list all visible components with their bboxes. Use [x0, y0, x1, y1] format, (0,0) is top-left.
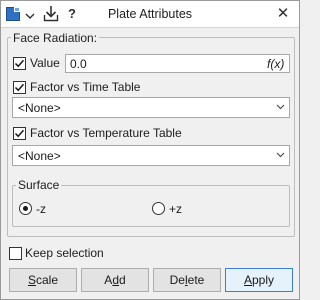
factor-temp-select[interactable]: <None>: [12, 145, 290, 166]
factor-time-select[interactable]: <None>: [12, 97, 290, 118]
keep-selection-label: Keep selection: [25, 246, 104, 260]
keep-selection-checkbox[interactable]: [9, 247, 22, 260]
chevron-down-icon: [276, 149, 285, 164]
delete-button[interactable]: Delete: [153, 268, 221, 292]
scale-button-post: cale: [36, 273, 59, 287]
factor-temp-checkbox[interactable]: [13, 127, 26, 140]
face-radiation-label: Face Radiation:: [11, 31, 100, 45]
surface-label: Surface: [16, 178, 62, 192]
apply-button-mnemonic: A: [243, 273, 252, 287]
close-icon[interactable]: ✕: [273, 4, 293, 24]
delete-button-post: ete: [187, 273, 205, 287]
title-bar: ? Plate Attributes ✕: [1, 1, 299, 28]
apply-button-post: pply: [252, 273, 275, 287]
factor-time-selected: <None>: [18, 101, 61, 115]
factor-temp-label: Factor vs Temperature Table: [30, 126, 182, 140]
value-input[interactable]: 0.0: [65, 54, 290, 73]
radio-minus-z[interactable]: [19, 202, 32, 215]
factor-time-checkbox[interactable]: [13, 81, 26, 94]
apply-button[interactable]: Apply: [225, 268, 293, 292]
value-checkbox[interactable]: [13, 57, 26, 70]
scale-button[interactable]: Scale: [9, 268, 77, 292]
plate-attributes-dialog: ? Plate Attributes ✕ Face Radiation: Val…: [0, 0, 300, 300]
window-title: Plate Attributes: [107, 7, 193, 21]
fx-button[interactable]: f(x): [267, 57, 284, 71]
scale-button-mnemonic: S: [27, 273, 36, 287]
factor-time-label: Factor vs Time Table: [30, 80, 141, 94]
radio-minus-z-label: -z: [36, 202, 46, 216]
chevron-down-icon: [276, 101, 285, 116]
add-button-mnemonic: d: [112, 273, 119, 287]
value-label: Value: [30, 56, 60, 70]
factor-temp-selected: <None>: [18, 149, 61, 163]
radio-selected-dot: [23, 206, 28, 211]
radio-plus-z-label: +z: [169, 202, 183, 216]
add-button-post: d: [119, 273, 126, 287]
radio-plus-z[interactable]: [152, 202, 165, 215]
add-button[interactable]: Add: [81, 268, 149, 292]
delete-button-pre: De: [169, 273, 185, 287]
